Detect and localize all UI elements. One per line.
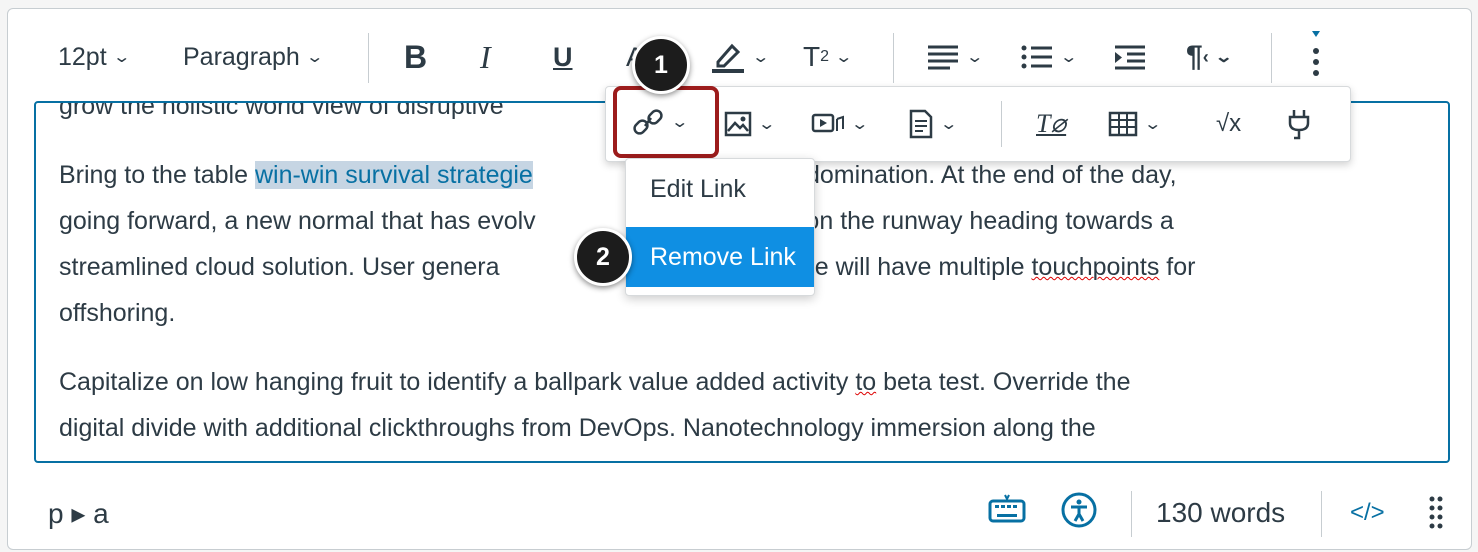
edit-link-menu-item[interactable]: Edit Link: [626, 159, 814, 219]
chevron-down-icon: ⌄: [939, 116, 959, 133]
callout-badge-1: 1: [632, 36, 690, 94]
remove-link-menu-item[interactable]: Remove Link: [626, 227, 814, 287]
chevron-down-icon: ⌄: [850, 116, 870, 133]
list-icon[interactable]: ⌄: [1020, 37, 1079, 77]
text-run: beta test. Override the: [876, 368, 1131, 396]
media-icon[interactable]: ⌄: [811, 105, 870, 143]
toolbar-divider: [1001, 101, 1002, 147]
chevron-down-icon: ⌄: [305, 49, 324, 66]
text-run: offshoring.: [59, 299, 176, 327]
chevron-down-icon: ⌄: [1214, 49, 1233, 66]
document-icon[interactable]: ⌄: [908, 105, 959, 143]
superscript-icon[interactable]: T 2 ⌄: [803, 37, 854, 77]
block-format-value: Paragraph: [183, 42, 300, 71]
text-run: for: [1159, 253, 1196, 281]
misspelled-word[interactable]: to: [855, 368, 876, 396]
text-run: streamlined cloud solution. User genera: [59, 253, 500, 281]
text-direction-icon[interactable]: ¶ ‹ ⌄: [1186, 37, 1233, 77]
link-button[interactable]: ⌄: [613, 86, 719, 158]
text-run: Capitalize on low hanging fruit to ident…: [59, 368, 856, 396]
chevron-down-icon: ⌄: [834, 49, 854, 66]
text-line: grow the holistic world view of disrupti…: [59, 101, 504, 120]
font-size-value: 12pt: [58, 42, 107, 71]
bold-icon[interactable]: B: [404, 37, 427, 77]
more-icon[interactable]: [1310, 31, 1322, 77]
clear-format-icon[interactable]: T⌀: [1036, 105, 1066, 143]
chevron-down-icon: ⌄: [111, 49, 131, 66]
chevron-down-icon: ⌄: [751, 49, 771, 66]
indent-icon[interactable]: [1113, 37, 1147, 77]
text-run: Bring to the table: [59, 161, 255, 189]
html-editor-toggle[interactable]: </>: [1350, 499, 1385, 527]
accessibility-icon[interactable]: [1060, 491, 1098, 529]
italic-icon[interactable]: I: [480, 37, 491, 77]
misspelled-word[interactable]: touchpoints: [1031, 253, 1159, 281]
link-options-menu: Edit Link Remove Link: [625, 158, 815, 296]
toolbar-divider: [368, 33, 369, 83]
chevron-down-icon: ⌄: [965, 49, 985, 66]
element-path[interactable]: p ▸ a: [48, 497, 109, 530]
chevron-down-icon: ⌄: [1059, 49, 1079, 66]
font-size-dropdown[interactable]: 12pt ⌄: [58, 37, 131, 77]
callout-badge-2: 2: [574, 228, 632, 286]
status-bar: p ▸ a 130 words </>: [8, 479, 1471, 549]
status-divider: [1131, 491, 1132, 537]
status-divider: [1321, 491, 1322, 537]
paragraph: Capitalize on low hanging fruit to ident…: [59, 359, 1389, 451]
plugin-icon[interactable]: [1286, 105, 1312, 143]
toolbar-divider: [1271, 33, 1272, 83]
chevron-down-icon: ⌄: [1143, 116, 1163, 133]
chevron-down-icon: ⌄: [757, 116, 777, 133]
table-icon[interactable]: ⌄: [1108, 105, 1163, 143]
resize-handle-icon[interactable]: [1428, 495, 1444, 529]
block-format-dropdown[interactable]: Paragraph ⌄: [183, 37, 324, 77]
math-equation-icon[interactable]: √x: [1216, 105, 1241, 143]
align-icon[interactable]: ⌄: [926, 37, 985, 77]
text-run: going forward, a new normal that has evo…: [59, 207, 536, 235]
link-icon: ⌄: [631, 106, 690, 138]
text-run: digital divide with additional clickthro…: [59, 414, 1096, 442]
toolbar-divider: [893, 33, 894, 83]
highlight-icon[interactable]: ⌄: [710, 37, 771, 77]
selected-link[interactable]: win-win survival strategie: [254, 161, 533, 189]
word-count: 130 words: [1156, 497, 1286, 528]
image-icon[interactable]: ⌄: [724, 105, 777, 143]
underline-icon[interactable]: U: [553, 37, 573, 77]
chevron-down-icon: ⌄: [670, 114, 690, 131]
keyboard-icon[interactable]: [988, 493, 1026, 523]
